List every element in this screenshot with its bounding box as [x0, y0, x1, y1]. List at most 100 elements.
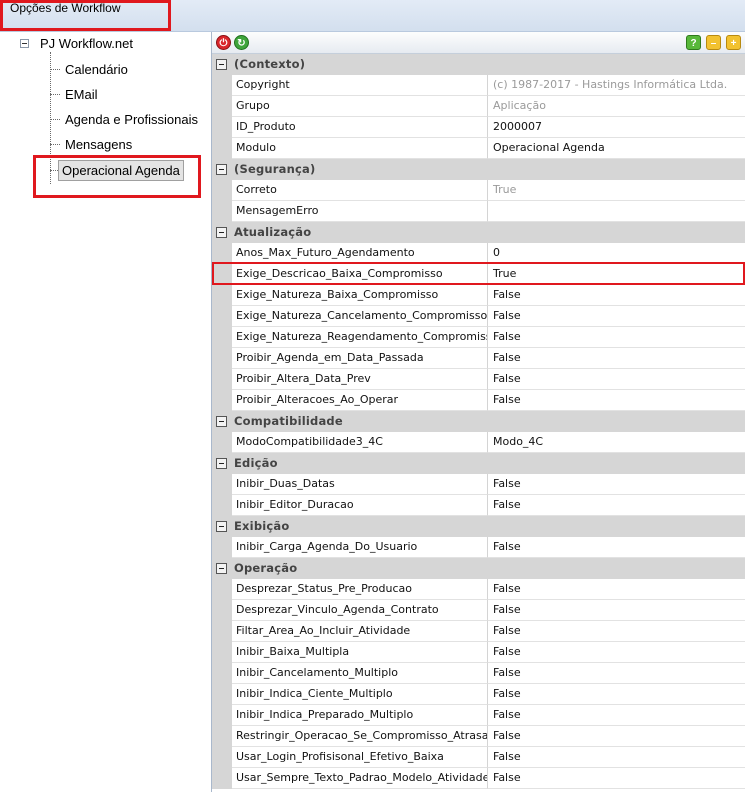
property-row[interactable]: MensagemErro [212, 201, 745, 222]
property-value[interactable]: Modo_4C [488, 432, 745, 453]
property-value[interactable]: Operacional Agenda [488, 138, 745, 159]
collapse-icon[interactable] [216, 227, 227, 238]
category-operacao[interactable]: Operação [212, 558, 745, 579]
category-edicao[interactable]: Edição [212, 453, 745, 474]
property-row[interactable]: Exige_Descricao_Baixa_Compromisso True [212, 264, 745, 285]
property-row[interactable]: Inibir_Indica_Ciente_Multiplo False [212, 684, 745, 705]
property-row[interactable]: Usar_Sempre_Texto_Padrao_Modelo_Atividad… [212, 768, 745, 789]
property-row[interactable]: Exige_Natureza_Baixa_Compromisso False [212, 285, 745, 306]
property-value[interactable]: False [488, 348, 745, 369]
tree-item-operacional-agenda[interactable]: Operacional Agenda [58, 160, 184, 181]
row-gutter [212, 390, 232, 411]
collapse-icon[interactable] [216, 458, 227, 469]
category-atualizacao[interactable]: Atualização [212, 222, 745, 243]
property-value[interactable]: 0 [488, 243, 745, 264]
property-row[interactable]: Inibir_Indica_Preparado_Multiplo False [212, 705, 745, 726]
property-row[interactable]: Inibir_Duas_Datas False [212, 474, 745, 495]
property-value[interactable]: Aplicação [488, 96, 745, 117]
property-value[interactable]: False [488, 327, 745, 348]
collapse-icon[interactable] [216, 563, 227, 574]
row-gutter [212, 474, 232, 495]
property-name: MensagemErro [232, 201, 488, 222]
property-value[interactable]: False [488, 621, 745, 642]
collapse-icon[interactable] [216, 59, 227, 70]
property-row[interactable]: Inibir_Cancelamento_Multiplo False [212, 663, 745, 684]
property-value[interactable]: False [488, 285, 745, 306]
category-contexto[interactable]: (Contexto) [212, 54, 745, 75]
category-exibicao[interactable]: Exibição [212, 516, 745, 537]
help-icon[interactable]: ? [686, 35, 701, 50]
property-row[interactable]: Proibir_Alteracoes_Ao_Operar False [212, 390, 745, 411]
property-row[interactable]: Proibir_Altera_Data_Prev False [212, 369, 745, 390]
tree-item-email[interactable]: EMail [63, 86, 100, 103]
property-value[interactable]: True [488, 264, 745, 285]
property-value[interactable]: False [488, 495, 745, 516]
collapse-icon[interactable] [216, 164, 227, 175]
category-compatibilidade[interactable]: Compatibilidade [212, 411, 745, 432]
add-icon[interactable]: + [726, 35, 741, 50]
property-row[interactable]: Filtar_Area_Ao_Incluir_Atividade False [212, 621, 745, 642]
property-value[interactable]: False [488, 537, 745, 558]
collapse-icon[interactable] [216, 416, 227, 427]
tree-collapse-icon[interactable] [20, 39, 29, 48]
tree-connector [50, 119, 60, 120]
property-row[interactable]: Restringir_Operacao_Se_Compromisso_Atras… [212, 726, 745, 747]
property-row[interactable]: ModoCompatibilidade3_4C Modo_4C [212, 432, 745, 453]
property-value[interactable]: False [488, 642, 745, 663]
property-value[interactable]: False [488, 474, 745, 495]
property-value[interactable]: True [488, 180, 745, 201]
property-row[interactable]: Grupo Aplicação [212, 96, 745, 117]
property-row[interactable]: Proibir_Agenda_em_Data_Passada False [212, 348, 745, 369]
tree-item-mensagens[interactable]: Mensagens [63, 136, 134, 153]
property-value[interactable]: (c) 1987-2017 - Hastings Informática Ltd… [488, 75, 745, 96]
property-row[interactable]: Inibir_Editor_Duracao False [212, 495, 745, 516]
property-value[interactable]: False [488, 684, 745, 705]
property-value[interactable]: False [488, 663, 745, 684]
property-row[interactable]: Desprezar_Status_Pre_Producao False [212, 579, 745, 600]
property-value[interactable]: False [488, 726, 745, 747]
property-value[interactable]: False [488, 579, 745, 600]
category-seguranca[interactable]: (Segurança) [212, 159, 745, 180]
property-name: Correto [232, 180, 488, 201]
collapse-icon[interactable] [216, 521, 227, 532]
property-value[interactable]: False [488, 768, 745, 789]
property-name: Exige_Natureza_Cancelamento_Compromisso [232, 306, 488, 327]
property-name: Desprezar_Vinculo_Agenda_Contrato [232, 600, 488, 621]
window-title-bar: Opções de Workflow [0, 0, 745, 32]
property-value[interactable]: False [488, 705, 745, 726]
tree-item-agenda-profissionais[interactable]: Agenda e Profissionais [63, 111, 200, 128]
property-name: Proibir_Agenda_em_Data_Passada [232, 348, 488, 369]
property-row[interactable]: Copyright (c) 1987-2017 - Hastings Inform… [212, 75, 745, 96]
minimize-icon[interactable]: – [706, 35, 721, 50]
property-name: ModoCompatibilidade3_4C [232, 432, 488, 453]
property-value[interactable]: False [488, 306, 745, 327]
tree-item-calendario[interactable]: Calendário [63, 61, 130, 78]
refresh-icon[interactable]: ↻ [234, 35, 249, 50]
tree-connector [50, 144, 60, 145]
tree-root[interactable]: PJ Workflow.net [40, 36, 133, 51]
property-value[interactable] [488, 201, 745, 222]
property-value[interactable]: 2000007 [488, 117, 745, 138]
row-gutter [212, 96, 232, 117]
property-row[interactable]: Exige_Natureza_Reagendamento_Compromisso… [212, 327, 745, 348]
property-name: Inibir_Indica_Preparado_Multiplo [232, 705, 488, 726]
property-row[interactable]: ID_Produto 2000007 [212, 117, 745, 138]
property-row[interactable]: Correto True [212, 180, 745, 201]
property-value[interactable]: False [488, 369, 745, 390]
property-value[interactable]: False [488, 390, 745, 411]
property-row[interactable]: Desprezar_Vinculo_Agenda_Contrato False [212, 600, 745, 621]
property-value[interactable]: False [488, 600, 745, 621]
property-row[interactable]: Inibir_Carga_Agenda_Do_Usuario False [212, 537, 745, 558]
row-gutter [212, 369, 232, 390]
property-row[interactable]: Usar_Login_Profisisonal_Efetivo_Baixa Fal… [212, 747, 745, 768]
row-gutter [212, 180, 232, 201]
property-grid-panel: ⏻ ↻ ? – + (Contexto) Copyright (c) 1987-2… [212, 32, 745, 792]
stop-icon[interactable]: ⏻ [216, 35, 231, 50]
grid-toolbar: ⏻ ↻ ? – + [212, 32, 745, 54]
property-row[interactable]: Exige_Natureza_Cancelamento_Compromisso F… [212, 306, 745, 327]
property-name: Restringir_Operacao_Se_Compromisso_Atras… [232, 726, 488, 747]
property-row[interactable]: Modulo Operacional Agenda [212, 138, 745, 159]
property-row[interactable]: Anos_Max_Futuro_Agendamento 0 [212, 243, 745, 264]
property-row[interactable]: Inibir_Baixa_Multipla False [212, 642, 745, 663]
property-value[interactable]: False [488, 747, 745, 768]
